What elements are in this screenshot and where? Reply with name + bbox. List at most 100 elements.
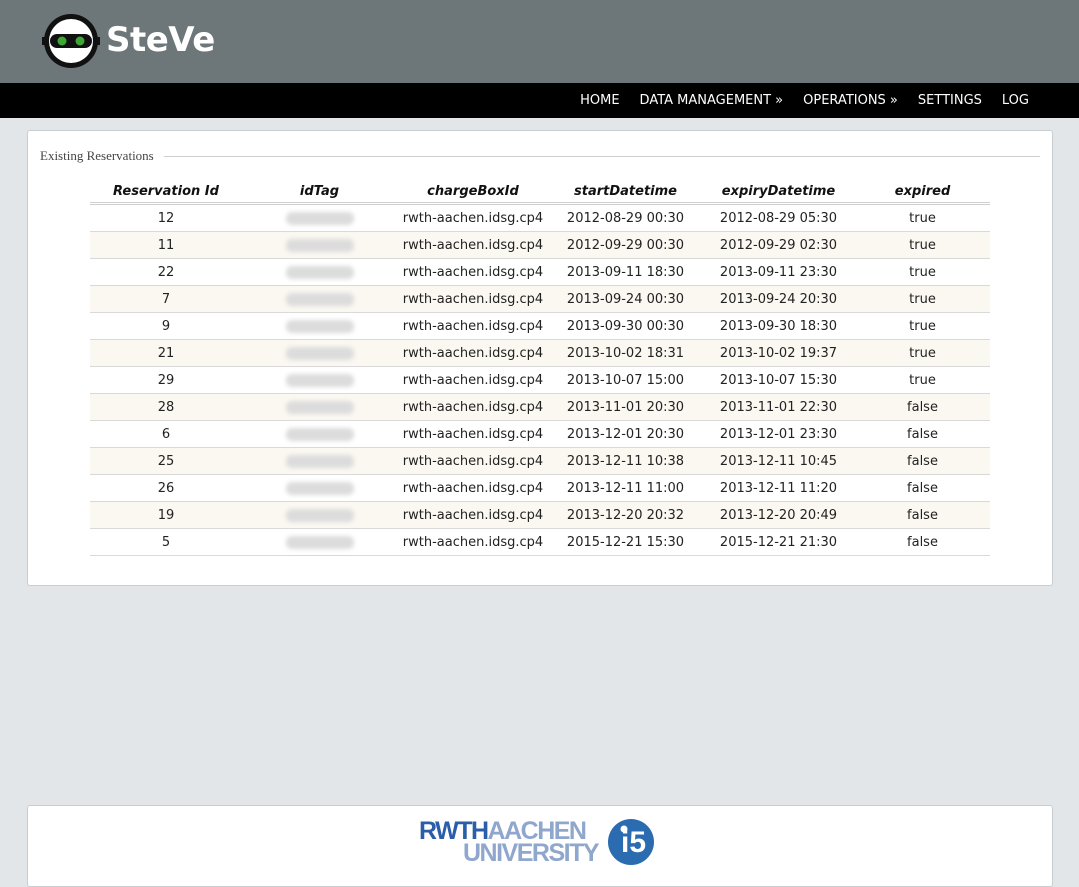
table-row[interactable]: 21 rwth-aachen.idsg.cp4 2013-10-02 18:31 20… — [90, 339, 990, 367]
app-title[interactable]: SteVe — [106, 18, 215, 62]
cell-expirydatetime: 2013-12-11 10:45 — [702, 447, 855, 475]
cell-chargeboxid: rwth-aachen.idsg.cp4 — [397, 258, 549, 286]
cell-startdatetime: 2012-08-29 00:30 — [549, 203, 702, 232]
cell-idtag-redacted — [242, 474, 397, 502]
col-header-idtag[interactable]: idTag — [242, 180, 397, 205]
cell-expired: false — [855, 447, 990, 475]
cell-idtag-redacted — [242, 312, 397, 340]
redacted-idtag — [285, 238, 354, 252]
nav-settings[interactable]: SETTINGS — [918, 93, 982, 108]
table-row[interactable]: 19 rwth-aachen.idsg.cp4 2013-12-20 20:32 20… — [90, 501, 990, 529]
table-body: 12 rwth-aachen.idsg.cp4 2012-08-29 00:30 20… — [90, 203, 990, 556]
cell-expired: true — [855, 258, 990, 286]
main-nav-bar: HOME DATA MANAGEMENT » OPERATIONS » SETT… — [0, 83, 1079, 118]
cell-expirydatetime: 2013-09-11 23:30 — [702, 258, 855, 286]
cell-idtag-redacted — [242, 203, 397, 232]
table-row[interactable]: 11 rwth-aachen.idsg.cp4 2012-09-29 00:30 20… — [90, 231, 990, 259]
nav-operations[interactable]: OPERATIONS » — [803, 93, 898, 108]
col-header-expirydatetime[interactable]: expiryDatetime — [702, 180, 855, 205]
table-row[interactable]: 22 rwth-aachen.idsg.cp4 2013-09-11 18:30 20… — [90, 258, 990, 286]
cell-expirydatetime: 2013-12-11 11:20 — [702, 474, 855, 502]
cell-startdatetime: 2013-12-11 11:00 — [549, 474, 702, 502]
cell-reservation-id: 28 — [90, 393, 242, 421]
cell-expired: false — [855, 501, 990, 529]
cell-reservation-id: 25 — [90, 447, 242, 475]
cell-idtag-redacted — [242, 501, 397, 529]
cell-startdatetime: 2013-12-11 10:38 — [549, 447, 702, 475]
table-row[interactable]: 12 rwth-aachen.idsg.cp4 2012-08-29 00:30 20… — [90, 203, 990, 232]
table-row[interactable]: 25 rwth-aachen.idsg.cp4 2013-12-11 10:38 20… — [90, 447, 990, 475]
cell-startdatetime: 2013-11-01 20:30 — [549, 393, 702, 421]
redacted-idtag — [285, 427, 354, 441]
cell-reservation-id: 26 — [90, 474, 242, 502]
table-row[interactable]: 7 rwth-aachen.idsg.cp4 2013-09-24 00:30 201… — [90, 285, 990, 313]
cell-expirydatetime: 2012-08-29 05:30 — [702, 203, 855, 232]
rwth-logo-line2: UNIVERSITY — [463, 839, 600, 867]
nav-data-management[interactable]: DATA MANAGEMENT » — [640, 93, 784, 108]
cell-expired: false — [855, 474, 990, 502]
cell-chargeboxid: rwth-aachen.idsg.cp4 — [397, 528, 549, 556]
table-row[interactable]: 26 rwth-aachen.idsg.cp4 2013-12-11 11:00 20… — [90, 474, 990, 502]
cell-idtag-redacted — [242, 420, 397, 448]
cell-startdatetime: 2013-12-20 20:32 — [549, 501, 702, 529]
panel-legend: Existing Reservations — [40, 148, 1040, 164]
cell-chargeboxid: rwth-aachen.idsg.cp4 — [397, 447, 549, 475]
redacted-idtag — [285, 346, 354, 360]
cell-expired: false — [855, 393, 990, 421]
cell-startdatetime: 2013-09-30 00:30 — [549, 312, 702, 340]
cell-chargeboxid: rwth-aachen.idsg.cp4 — [397, 393, 549, 421]
cell-expirydatetime: 2013-10-07 15:30 — [702, 366, 855, 394]
cell-expirydatetime: 2013-09-30 18:30 — [702, 312, 855, 340]
cell-startdatetime: 2013-10-07 15:00 — [549, 366, 702, 394]
cell-reservation-id: 21 — [90, 339, 242, 367]
cell-expired: true — [855, 312, 990, 340]
cell-expirydatetime: 2013-10-02 19:37 — [702, 339, 855, 367]
redacted-idtag — [285, 292, 354, 306]
redacted-idtag — [285, 535, 354, 549]
i5-logo-icon[interactable]: i5 — [607, 818, 655, 866]
redacted-idtag — [285, 481, 354, 495]
redacted-idtag — [285, 211, 354, 225]
nav-log[interactable]: LOG — [1002, 93, 1029, 108]
table-row[interactable]: 29 rwth-aachen.idsg.cp4 2013-10-07 15:00 20… — [90, 366, 990, 394]
cell-idtag-redacted — [242, 528, 397, 556]
cell-reservation-id: 7 — [90, 285, 242, 313]
cell-chargeboxid: rwth-aachen.idsg.cp4 — [397, 501, 549, 529]
cell-reservation-id: 6 — [90, 420, 242, 448]
cell-expired: false — [855, 420, 990, 448]
cell-idtag-redacted — [242, 393, 397, 421]
cell-idtag-redacted — [242, 231, 397, 259]
cell-reservation-id: 19 — [90, 501, 242, 529]
table-row[interactable]: 6 rwth-aachen.idsg.cp4 2013-12-01 20:30 201… — [90, 420, 990, 448]
cell-chargeboxid: rwth-aachen.idsg.cp4 — [397, 366, 549, 394]
col-header-startdatetime[interactable]: startDatetime — [549, 180, 702, 205]
col-header-expired[interactable]: expired — [855, 180, 990, 205]
cell-reservation-id: 12 — [90, 203, 242, 232]
cell-expirydatetime: 2013-12-01 23:30 — [702, 420, 855, 448]
cell-chargeboxid: rwth-aachen.idsg.cp4 — [397, 203, 549, 232]
table-row[interactable]: 28 rwth-aachen.idsg.cp4 2013-11-01 20:30 20… — [90, 393, 990, 421]
table-row[interactable]: 9 rwth-aachen.idsg.cp4 2013-09-30 00:30 201… — [90, 312, 990, 340]
redacted-idtag — [285, 508, 354, 522]
cell-idtag-redacted — [242, 339, 397, 367]
cell-reservation-id: 11 — [90, 231, 242, 259]
legend-divider — [163, 155, 1040, 157]
steve-logo-icon[interactable] — [42, 12, 100, 70]
reservations-panel: Existing Reservations Reservation Id idT… — [27, 130, 1053, 586]
redacted-idtag — [285, 373, 354, 387]
cell-chargeboxid: rwth-aachen.idsg.cp4 — [397, 231, 549, 259]
cell-reservation-id: 5 — [90, 528, 242, 556]
cell-expired: true — [855, 203, 990, 232]
redacted-idtag — [285, 400, 354, 414]
cell-expirydatetime: 2013-11-01 22:30 — [702, 393, 855, 421]
cell-chargeboxid: rwth-aachen.idsg.cp4 — [397, 285, 549, 313]
col-header-reservation-id[interactable]: Reservation Id — [90, 180, 242, 205]
cell-expired: true — [855, 285, 990, 313]
cell-startdatetime: 2013-12-01 20:30 — [549, 420, 702, 448]
cell-startdatetime: 2015-12-21 15:30 — [549, 528, 702, 556]
table-row[interactable]: 5 rwth-aachen.idsg.cp4 2015-12-21 15:30 201… — [90, 528, 990, 556]
col-header-chargeboxid[interactable]: chargeBoxId — [397, 180, 549, 205]
cell-expirydatetime: 2012-09-29 02:30 — [702, 231, 855, 259]
nav-home[interactable]: HOME — [580, 93, 619, 108]
rwth-aachen-university-logo[interactable]: RWTHAACHEN UNIVERSITY — [419, 818, 600, 866]
